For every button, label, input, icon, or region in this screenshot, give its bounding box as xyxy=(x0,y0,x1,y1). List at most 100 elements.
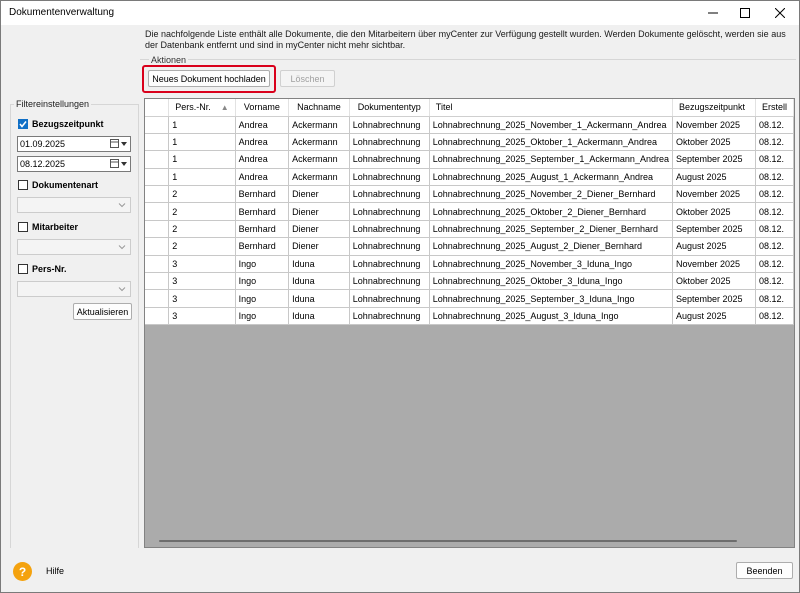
row-header[interactable] xyxy=(145,202,170,221)
table-cell[interactable]: November 2025 xyxy=(672,185,756,204)
table-row[interactable]: 1 Andrea Ackermann Lohnabrechnung Lohnabrech… xyxy=(145,133,794,152)
table-cell[interactable]: 1 xyxy=(168,133,236,152)
column-header-nachname[interactable]: Nachname xyxy=(288,99,350,117)
persnr-checkbox[interactable] xyxy=(18,264,28,274)
table-cell[interactable]: Ingo xyxy=(235,272,290,291)
table-cell[interactable]: Lohnabrechnung xyxy=(349,272,430,291)
table-cell[interactable]: Ackermann xyxy=(288,116,350,134)
table-cell[interactable]: 08.12. xyxy=(755,168,794,187)
table-cell[interactable]: 08.12. xyxy=(755,116,794,134)
table-cell[interactable]: September 2025 xyxy=(672,289,756,308)
close-window-button[interactable] xyxy=(763,1,797,25)
table-cell[interactable]: Andrea xyxy=(235,150,290,169)
table-cell[interactable]: Lohnabrechnung_2025_August_1_Ackermann_A… xyxy=(429,168,673,187)
documents-grid[interactable]: Pers.-Nr. ▲ Vorname Nachname Dokumententy… xyxy=(144,98,795,548)
table-cell[interactable]: Andrea xyxy=(235,116,290,134)
table-cell[interactable]: August 2025 xyxy=(672,307,756,326)
table-cell[interactable]: Lohnabrechnung_2025_November_2_Diener_Be… xyxy=(429,185,673,204)
bezugszeitpunkt-checkbox[interactable] xyxy=(18,119,28,129)
table-row[interactable]: 2 Bernhard Diener Lohnabrechnung Lohnabrechn… xyxy=(145,220,794,239)
dokumentenart-checkbox-row[interactable]: Dokumentenart xyxy=(18,180,98,190)
table-cell[interactable]: Lohnabrechnung xyxy=(349,255,430,274)
table-cell[interactable]: Diener xyxy=(288,237,350,256)
mitarbeiter-checkbox[interactable] xyxy=(18,222,28,232)
table-row[interactable]: 3 Ingo Iduna Lohnabrechnung Lohnabrechnung_2… xyxy=(145,289,794,308)
table-cell[interactable]: 1 xyxy=(168,168,236,187)
table-cell[interactable]: Iduna xyxy=(288,272,350,291)
table-cell[interactable]: 08.12. xyxy=(755,307,794,326)
row-header[interactable] xyxy=(145,168,170,187)
table-cell[interactable]: Lohnabrechnung_2025_August_2_Diener_Bern… xyxy=(429,237,673,256)
row-header[interactable] xyxy=(145,116,170,134)
scrollbar-thumb[interactable] xyxy=(159,540,737,542)
maximize-button[interactable] xyxy=(728,1,762,25)
table-cell[interactable]: 3 xyxy=(168,272,236,291)
table-row[interactable]: 1 Andrea Ackermann Lohnabrechnung Lohnabrech… xyxy=(145,150,794,169)
table-cell[interactable]: 2 xyxy=(168,237,236,256)
table-cell[interactable]: 1 xyxy=(168,150,236,169)
table-cell[interactable]: Lohnabrechnung xyxy=(349,307,430,326)
table-cell[interactable]: Diener xyxy=(288,185,350,204)
table-cell[interactable]: November 2025 xyxy=(672,116,756,134)
table-cell[interactable]: Bernhard xyxy=(235,185,290,204)
table-cell[interactable]: Ackermann xyxy=(288,133,350,152)
column-header-dokumententyp[interactable]: Dokumententyp xyxy=(349,99,430,117)
table-cell[interactable]: Lohnabrechnung xyxy=(349,202,430,221)
row-header[interactable] xyxy=(145,255,170,274)
upload-document-button[interactable]: Neues Dokument hochladen xyxy=(148,70,270,87)
table-row[interactable]: 3 Ingo Iduna Lohnabrechnung Lohnabrechnung_2… xyxy=(145,307,794,326)
table-cell[interactable]: 3 xyxy=(168,307,236,326)
mitarbeiter-select[interactable] xyxy=(17,239,131,255)
row-header[interactable] xyxy=(145,307,170,326)
table-cell[interactable]: Lohnabrechnung_2025_September_3_Iduna_In… xyxy=(429,289,673,308)
table-cell[interactable]: 2 xyxy=(168,185,236,204)
table-cell[interactable]: November 2025 xyxy=(672,255,756,274)
horizontal-scrollbar[interactable] xyxy=(145,535,794,547)
table-cell[interactable]: 1 xyxy=(168,116,236,134)
table-cell[interactable]: Andrea xyxy=(235,168,290,187)
table-cell[interactable]: 08.12. xyxy=(755,202,794,221)
date-to-picker[interactable] xyxy=(110,159,128,169)
column-header-bezugszeitpunkt[interactable]: Bezugszeitpunkt xyxy=(672,99,756,117)
table-cell[interactable]: Lohnabrechnung xyxy=(349,185,430,204)
row-header[interactable] xyxy=(145,150,170,169)
table-cell[interactable]: 08.12. xyxy=(755,237,794,256)
table-cell[interactable]: Lohnabrechnung xyxy=(349,220,430,239)
column-header-vorname[interactable]: Vorname xyxy=(235,99,290,117)
table-cell[interactable]: Ingo xyxy=(235,289,290,308)
table-cell[interactable]: Lohnabrechnung_2025_Oktober_3_Iduna_Ingo xyxy=(429,272,673,291)
table-cell[interactable]: Lohnabrechnung_2025_September_2_Diener_B… xyxy=(429,220,673,239)
close-button[interactable]: Beenden xyxy=(736,562,793,579)
table-cell[interactable]: Bernhard xyxy=(235,220,290,239)
table-cell[interactable]: 3 xyxy=(168,289,236,308)
table-cell[interactable]: Lohnabrechnung_2025_August_3_Iduna_Ingo xyxy=(429,307,673,326)
refresh-button[interactable]: Aktualisieren xyxy=(73,303,132,320)
dokumentenart-select[interactable] xyxy=(17,197,131,213)
table-cell[interactable]: Lohnabrechnung_2025_Oktober_1_Ackermann_… xyxy=(429,133,673,152)
table-row[interactable]: 1 Andrea Ackermann Lohnabrechnung Lohnabrech… xyxy=(145,116,794,134)
column-header-persnr[interactable]: Pers.-Nr. ▲ xyxy=(168,99,236,117)
table-cell[interactable]: Bernhard xyxy=(235,202,290,221)
table-cell[interactable]: Ingo xyxy=(235,255,290,274)
minimize-button[interactable] xyxy=(696,1,730,25)
column-header-erstellt[interactable]: Erstell xyxy=(755,99,794,117)
date-from-field[interactable]: 01.09.2025 xyxy=(17,136,131,152)
table-cell[interactable]: Oktober 2025 xyxy=(672,272,756,291)
table-cell[interactable]: Iduna xyxy=(288,307,350,326)
table-cell[interactable]: September 2025 xyxy=(672,220,756,239)
table-cell[interactable]: Bernhard xyxy=(235,237,290,256)
row-header[interactable] xyxy=(145,237,170,256)
table-cell[interactable]: Ackermann xyxy=(288,150,350,169)
table-cell[interactable]: Diener xyxy=(288,202,350,221)
table-cell[interactable]: 08.12. xyxy=(755,255,794,274)
table-cell[interactable]: 3 xyxy=(168,255,236,274)
row-header[interactable] xyxy=(145,272,170,291)
table-cell[interactable]: Lohnabrechnung xyxy=(349,237,430,256)
table-cell[interactable]: Lohnabrechnung_2025_September_1_Ackerman… xyxy=(429,150,673,169)
table-cell[interactable]: Ackermann xyxy=(288,168,350,187)
table-cell[interactable]: Lohnabrechnung xyxy=(349,168,430,187)
table-row[interactable]: 3 Ingo Iduna Lohnabrechnung Lohnabrechnung_2… xyxy=(145,255,794,274)
table-cell[interactable]: Lohnabrechnung xyxy=(349,116,430,134)
table-cell[interactable]: 08.12. xyxy=(755,133,794,152)
table-cell[interactable]: 08.12. xyxy=(755,289,794,308)
